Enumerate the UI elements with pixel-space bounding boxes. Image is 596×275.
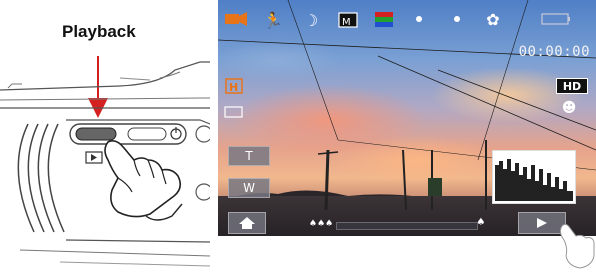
camera-illustration: Playback	[0, 0, 213, 270]
tapping-finger-icon	[559, 223, 595, 269]
resolution-icon[interactable]: H	[224, 78, 244, 94]
zoom-tele-indicator-icon: ♠	[476, 216, 486, 228]
night-mode-icon[interactable]: ☽	[300, 10, 322, 30]
mode-icon-bar: 🏃 ☽ M ✿	[218, 0, 596, 44]
zoom-wide-indicator-icon: ♠♠♠	[308, 219, 334, 229]
recording-timer: 00:00:00	[518, 44, 590, 60]
auto-mode-icon[interactable]: M	[336, 10, 360, 30]
face-detect-icon[interactable]: ☻	[558, 98, 580, 118]
play-icon	[537, 218, 547, 228]
playback-callout-label: Playback	[62, 22, 136, 41]
macro-flower-icon[interactable]: ✿	[482, 9, 504, 29]
hd-quality-badge: HD	[556, 78, 588, 94]
screen-bottom-margin	[218, 236, 596, 270]
home-button[interactable]	[228, 212, 266, 234]
record-slider-slot	[127, 127, 167, 141]
dot-icon	[414, 14, 424, 24]
video-mode-icon[interactable]	[224, 10, 248, 28]
frame-size-icon[interactable]	[224, 104, 244, 120]
color-effect-icon[interactable]	[374, 10, 394, 30]
pressing-hand-icon	[104, 140, 182, 218]
histogram-display	[492, 150, 576, 204]
dot-icon	[452, 14, 462, 24]
playback-slider-knob	[75, 127, 117, 141]
svg-text:H: H	[229, 81, 238, 94]
home-icon	[239, 217, 255, 229]
camera-lcd-screen: 🏃 ☽ M ✿ 00:00:00 H T W HD ☻ ♠♠♠ ♠	[218, 0, 596, 270]
scene-sports-icon[interactable]: 🏃	[262, 10, 284, 30]
zoom-level-bar[interactable]	[336, 222, 478, 230]
battery-icon	[540, 12, 572, 26]
zoom-tele-button[interactable]: T	[228, 146, 270, 166]
svg-text:M: M	[342, 17, 351, 28]
zoom-wide-button[interactable]: W	[228, 178, 270, 198]
